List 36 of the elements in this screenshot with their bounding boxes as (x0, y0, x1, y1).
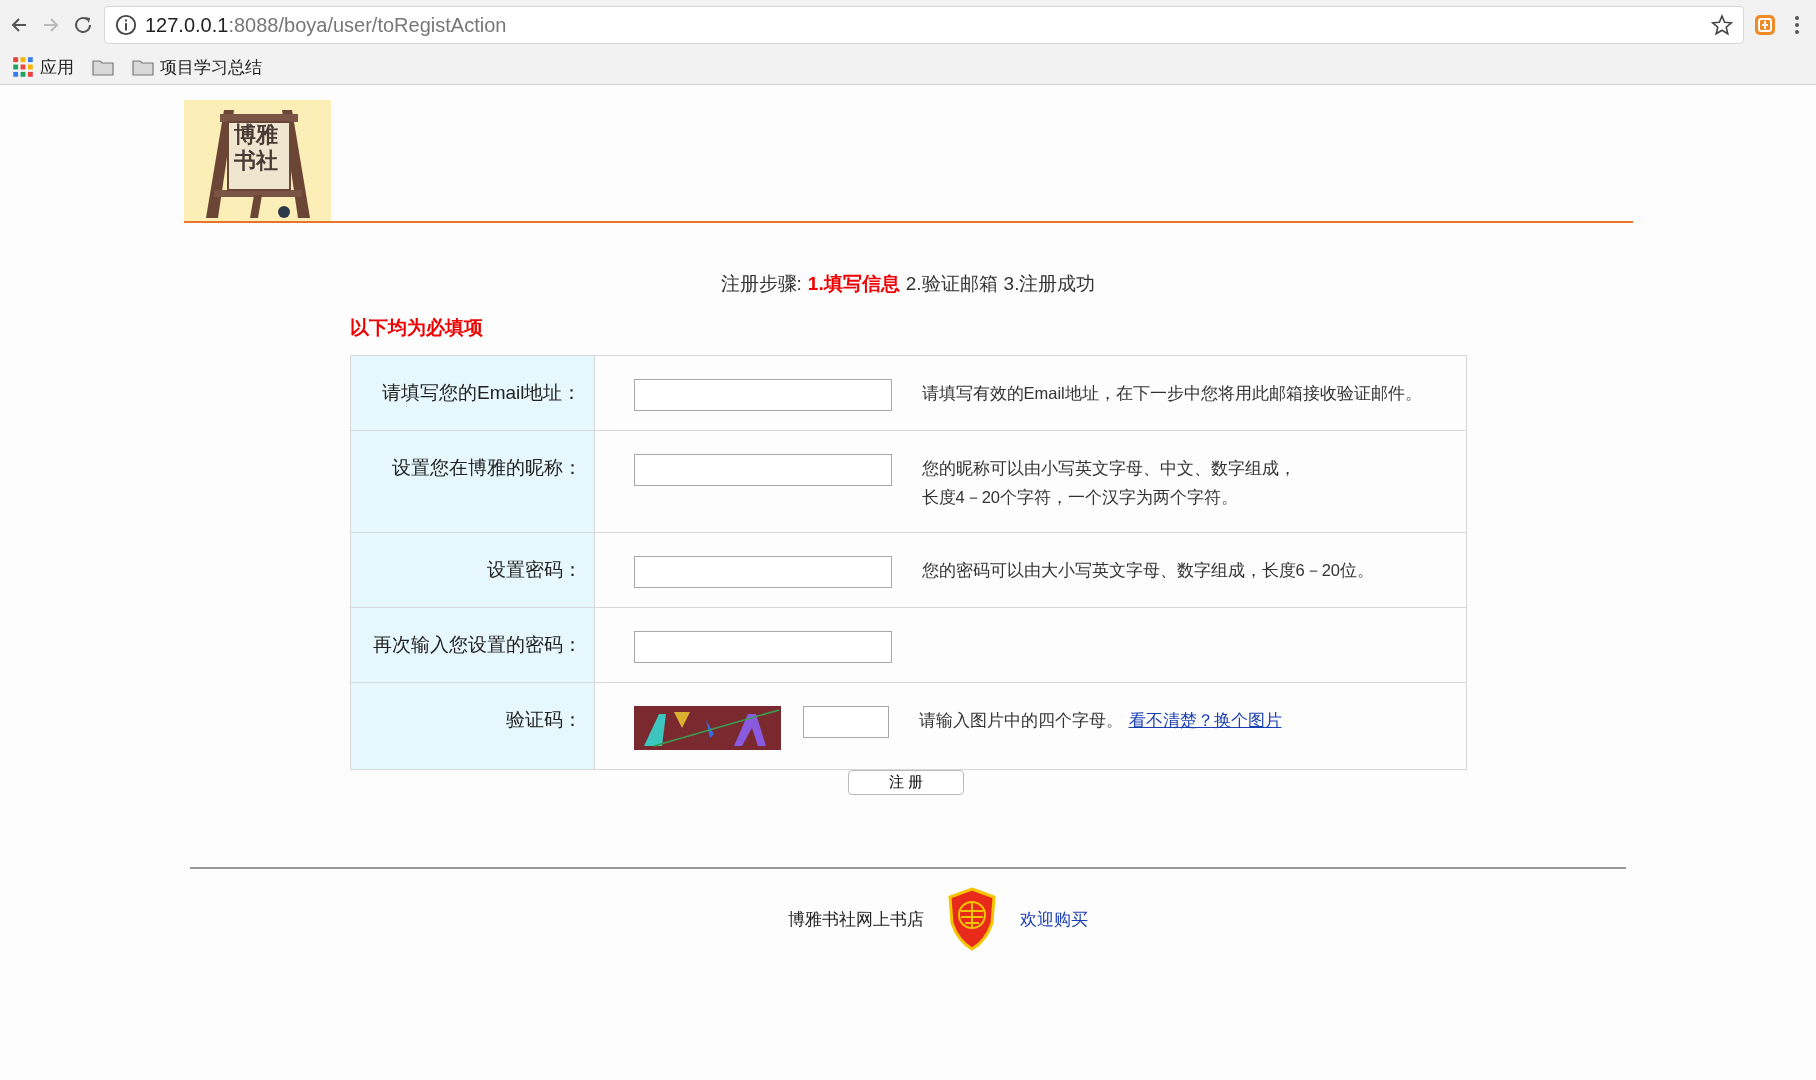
footer-text: 博雅书社网上书店 (788, 908, 924, 931)
required-note: 以下均为必填项 (349, 316, 484, 340)
form-label: 设置密码： (350, 532, 594, 608)
address-bar[interactable]: 127.0.0.1:8088/boya/user/toRegistAction (104, 6, 1744, 44)
logo[interactable]: 博雅 书社 (183, 100, 331, 221)
hint-text: 您的密码可以由大小写英文字母、数字组成，长度6－20位。 (921, 560, 1375, 581)
shield-icon (946, 887, 998, 951)
bookmark-item[interactable]: 项目学习总结 (132, 55, 262, 79)
url-host: 127.0.0.1 (145, 13, 229, 37)
steps-label: 注册步骤: (720, 273, 802, 294)
input-field[interactable] (633, 631, 892, 663)
reload-icon[interactable] (72, 14, 94, 36)
input-field[interactable] (633, 379, 892, 411)
form-label: 设置您在博雅的昵称： (350, 430, 594, 533)
star-icon[interactable] (1711, 14, 1733, 36)
info-icon[interactable] (115, 14, 137, 36)
form-label: 请填写您的Email地址： (350, 355, 594, 431)
hint-text: 请输入图片中的四个字母。 看不清楚？换个图片 (918, 710, 1282, 731)
hint-text: 请填写有效的Email地址，在下一步中您将用此邮箱接收验证邮件。 (921, 383, 1422, 404)
step-label: 3.注册成功 (1003, 273, 1096, 294)
step-label: 2.验证邮箱 (905, 273, 998, 294)
step-label: 1.填写信息 (807, 273, 900, 294)
hint-text: 您的昵称可以由小写英文字母、中文、数字组成， 长度4－20个字符，一个汉字为两个字符。 (921, 458, 1296, 508)
submit-button[interactable]: 注 册 (848, 770, 964, 795)
input-field[interactable] (633, 556, 892, 588)
input-field[interactable] (802, 706, 889, 738)
input-field[interactable] (633, 454, 892, 486)
bookmark-item[interactable]: 应用 (12, 55, 74, 79)
form-label: 再次输入您设置的密码： (350, 607, 594, 683)
form-label: 验证码： (350, 682, 594, 770)
extension-icon[interactable] (1754, 14, 1776, 36)
logo-text: 博雅 书社 (233, 122, 278, 174)
welcome-link[interactable]: 欢迎购买 (1020, 907, 1088, 931)
url-path: :8088/boya/user/toRegistAction (228, 13, 507, 37)
refresh-link[interactable]: 看不清楚？换个图片 (1128, 711, 1282, 729)
apps-icon (12, 56, 34, 78)
